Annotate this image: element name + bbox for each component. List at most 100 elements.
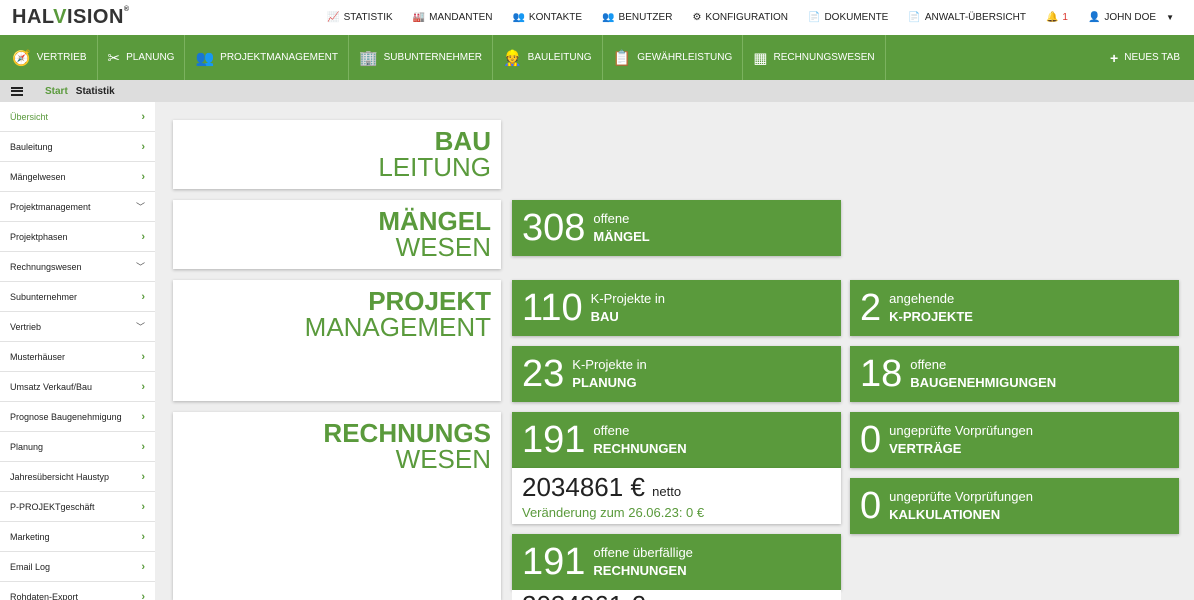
sidebar-item-projektmanagement[interactable]: Projektmanagement ﹀ [0, 192, 155, 222]
card-ueberfaellige-rechnungen[interactable]: 191 offene überfällige RECHNUNGEN [512, 534, 841, 590]
section-subtitle: WESEN [395, 444, 491, 474]
section-bauleitung: BAU LEITUNG [173, 120, 501, 189]
topnav-anwalt-label: ANWALT-ÜBERSICHT [924, 12, 1026, 23]
module-bauleitung[interactable]: 👷 BAULEITUNG [493, 35, 603, 80]
sidebar-item-bauleitung[interactable]: Bauleitung › [0, 132, 155, 162]
section-maengelwesen: MÄNGEL WESEN [173, 200, 501, 269]
topnav-kontakte-label: KONTAKTE [528, 12, 583, 23]
breadcrumb: Start Statistik [0, 80, 1194, 102]
section-subtitle: MANAGEMENT [304, 312, 491, 342]
card-label: offene überfällige [593, 545, 693, 560]
sidebar-item-vertrieb[interactable]: Vertrieb ﹀ [0, 312, 155, 342]
menu-icon[interactable] [11, 86, 23, 96]
sidebar-item-musterhaeuser[interactable]: Musterhäuser › [0, 342, 155, 372]
sidebar-item-label: Jahresübersicht Haustyp [10, 471, 110, 482]
breadcrumb-start[interactable]: Start [45, 86, 68, 97]
sidebar-item-label: Subunternehmer [10, 291, 78, 302]
chevron-right-icon: › [141, 530, 145, 543]
card-label-bold: RECHNUNGEN [593, 441, 687, 456]
sidebar-item-umsatz[interactable]: Umsatz Verkauf/Bau › [0, 372, 155, 402]
module-projektmanagement[interactable]: 👥 PROJEKTMANAGEMENT [185, 35, 349, 80]
sidebar-item-label: Projektmanagement [10, 201, 91, 212]
sidebar-item-jahresuebersicht[interactable]: Jahresübersicht Haustyp › [0, 462, 155, 492]
sidebar: Übersicht › Bauleitung › Mängelwesen › Proj… [0, 102, 155, 600]
caret-down-icon: ▼ [1166, 13, 1174, 22]
logo-registered-mark: ® [123, 6, 130, 13]
certificate-icon: 📋 [612, 49, 632, 67]
logo-text-post: ISION [66, 6, 124, 28]
section-subtitle: WESEN [395, 232, 491, 262]
notifications-button[interactable]: 🔔 1 [1046, 12, 1068, 23]
card-number: 191 [522, 419, 586, 461]
card-rechnungen-amount: 2034861 € netto Veränderung zum 26.06.23… [512, 468, 841, 524]
card-offene-baugenehmigungen[interactable]: 18 offene BAUGENEHMIGUNGEN [850, 346, 1179, 402]
topnav-benutzer[interactable]: 👥 BENUTZER [602, 12, 672, 23]
section-title: MÄNGEL [378, 206, 491, 236]
topnav-mandanten[interactable]: 🏭 MANDANTEN [413, 12, 493, 23]
chevron-right-icon: › [141, 500, 145, 513]
sidebar-item-label: Mängelwesen [10, 171, 66, 182]
sidebar-item-email-log[interactable]: Email Log › [0, 552, 155, 582]
module-planung[interactable]: ✂ PLANUNG [98, 35, 186, 80]
user-menu[interactable]: 👤 JOHN DOE ▼ [1088, 12, 1174, 23]
module-rechnungswesen[interactable]: ▦ RECHNUNGSWESEN [743, 35, 886, 80]
card-label: angehende [889, 291, 955, 306]
section-rechnungswesen: RECHNUNGS WESEN [173, 412, 501, 600]
topnav-kontakte[interactable]: 👥 KONTAKTE [512, 12, 582, 23]
card-label-bold: KALKULATIONEN [889, 507, 1001, 522]
amount-change: Veränderung zum 26.06.23: 0 € [522, 505, 705, 520]
sidebar-item-uebersicht[interactable]: Übersicht › [0, 102, 155, 132]
chevron-right-icon: › [141, 350, 145, 363]
sidebar-item-planung[interactable]: Planung › [0, 432, 155, 462]
chevron-right-icon: › [141, 470, 145, 483]
module-gewaehrleistung-label: GEWÄHRLEISTUNG [637, 52, 733, 63]
module-bauleitung-label: BAULEITUNG [527, 52, 592, 63]
module-subunternehmer[interactable]: 🏢 SUBUNTERNEHMER [349, 35, 493, 80]
sidebar-item-rohdaten[interactable]: Rohdaten-Export › [0, 582, 155, 600]
sidebar-item-projektphasen[interactable]: Projektphasen › [0, 222, 155, 252]
new-tab-label: NEUES TAB [1124, 52, 1180, 63]
card-ueberfaellig-amount: 2034861 € [512, 590, 841, 600]
topnav-dokumente[interactable]: 📄 DOKUMENTE [808, 12, 888, 23]
sidebar-item-label: Rechnungswesen [10, 261, 82, 272]
card-label-bold: BAUGENEHMIGUNGEN [910, 375, 1057, 390]
topnav-konfiguration-label: KONFIGURATION [705, 12, 788, 23]
card-label: K-Projekte in [590, 291, 666, 306]
topnav-benutzer-label: BENUTZER [618, 12, 673, 23]
module-vertrieb[interactable]: 🧭 VERTRIEB [0, 35, 98, 80]
card-vorpruefungen-kalkulationen[interactable]: 0 ungeprüfte Vorprüfungen KALKULATIONEN [850, 478, 1179, 534]
topnav-konfiguration[interactable]: ⚙ KONFIGURATION [692, 12, 788, 23]
sidebar-item-label: Projektphasen [10, 231, 68, 242]
chart-icon: 📈 [327, 12, 340, 23]
sidebar-item-rechnungswesen[interactable]: Rechnungswesen ﹀ [0, 252, 155, 282]
topnav-anwalt[interactable]: 📄 ANWALT-ÜBERSICHT [908, 12, 1026, 23]
amount-netto-label: netto [652, 484, 682, 499]
module-rechnungswesen-label: RECHNUNGSWESEN [773, 52, 875, 63]
sidebar-item-maengelwesen[interactable]: Mängelwesen › [0, 162, 155, 192]
card-label-bold: BAU [590, 309, 619, 324]
topnav-statistik[interactable]: 📈 STATISTIK [327, 12, 393, 23]
card-offene-rechnungen[interactable]: 191 offene RECHNUNGEN [512, 412, 841, 468]
sidebar-item-label: Email Log [10, 561, 51, 572]
chevron-right-icon: › [141, 590, 145, 600]
card-vorpruefungen-vertraege[interactable]: 0 ungeprüfte Vorprüfungen VERTRÄGE [850, 412, 1179, 468]
sidebar-item-prognose[interactable]: Prognose Baugenehmigung › [0, 402, 155, 432]
card-angehende-k-projekte[interactable]: 2 angehende K-PROJEKTE [850, 280, 1179, 336]
logo[interactable]: HALVISION® [12, 6, 130, 29]
section-title: PROJEKT [368, 286, 491, 316]
chevron-right-icon: › [141, 110, 145, 123]
sidebar-item-subunternehmer[interactable]: Subunternehmer › [0, 282, 155, 312]
card-k-projekte-planung[interactable]: 23 K-Projekte in PLANUNG [512, 346, 841, 402]
module-gewaehrleistung[interactable]: 📋 GEWÄHRLEISTUNG [603, 35, 744, 80]
card-label-bold: K-PROJEKTE [889, 309, 973, 324]
module-subunternehmer-label: SUBUNTERNEHMER [383, 52, 482, 63]
new-tab-button[interactable]: + NEUES TAB [1110, 35, 1180, 80]
sidebar-item-p-projekt[interactable]: P-PROJEKTgeschäft › [0, 492, 155, 522]
card-k-projekte-bau[interactable]: 110 K-Projekte in BAU [512, 280, 841, 336]
sidebar-item-label: Musterhäuser [10, 351, 66, 362]
section-projektmanagement: PROJEKT MANAGEMENT [173, 280, 501, 401]
sidebar-item-marketing[interactable]: Marketing › [0, 522, 155, 552]
card-offene-maengel[interactable]: 308 offene MÄNGEL [512, 200, 841, 256]
card-label: ungeprüfte Vorprüfungen [889, 423, 1033, 438]
card-label-bold: PLANUNG [572, 375, 637, 390]
